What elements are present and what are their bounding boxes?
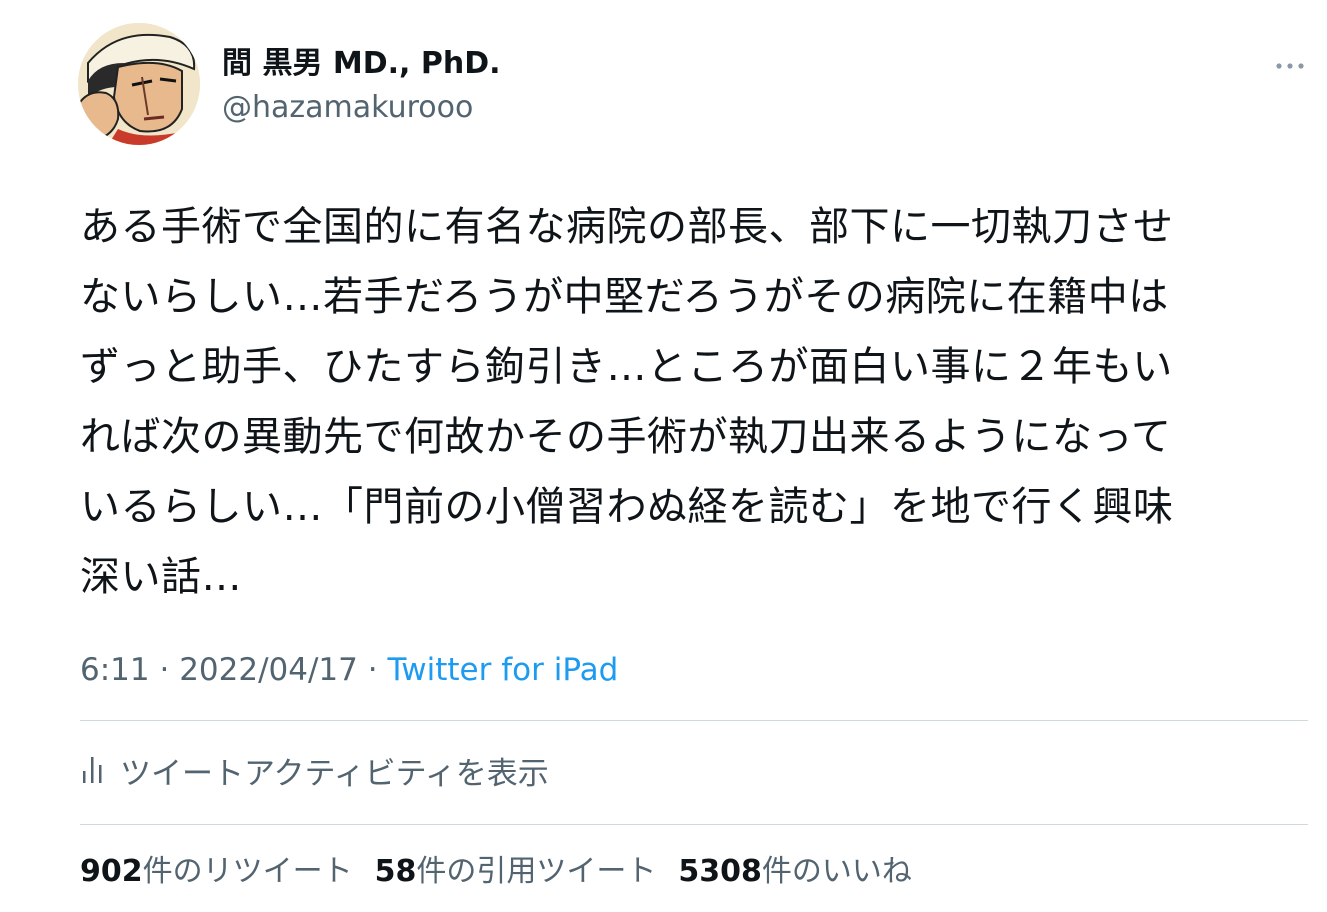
tweet-detail: 間 黒男 MD., PhD. @hazamakurooo ある手術で全国的に有名… [0,0,1327,912]
author-handle[interactable]: @hazamakurooo [222,88,473,128]
author-display-name[interactable]: 間 黒男 MD., PhD. [222,44,501,84]
retweets-label: 件のリツイート [142,854,353,889]
engagement-stats: 902件のリツイート 58件の引用ツイート 5308件のいいね [80,850,934,894]
likes-stat[interactable]: 5308件のいいね [678,850,912,894]
tweet-text-line: いるらしい…「門前の小僧習わぬ経を読む」を地で行く興味 [80,484,1174,530]
tweet-text-line: ないらしい…若手だろうが中堅だろうがその病院に在籍中は [80,274,1169,320]
quotes-label: 件の引用ツイート [416,854,657,889]
bar-chart-icon [83,757,102,783]
likes-count: 5308 [678,854,762,889]
meta-separator: · [367,652,378,688]
retweets-stat[interactable]: 902件のリツイート [80,850,353,894]
tweet-text-line: ずっと助手、ひたすら鉤引き…ところが面白い事に２年もい [80,344,1173,390]
tweet-text-line: ある手術で全国的に有名な病院の部長、部下に一切執刀させ [80,204,1174,250]
tweet-text: ある手術で全国的に有名な病院の部長、部下に一切執刀させ ないらしい…若手だろうが… [80,192,1295,612]
tweet-time[interactable]: 6:11 [80,652,150,688]
quotes-stat[interactable]: 58件の引用ツイート [375,850,657,894]
likes-label: 件のいいね [761,854,912,889]
more-icon [1276,63,1304,69]
tweet-source-link[interactable]: Twitter for iPad [387,652,618,688]
tweet-activity-label: ツイートアクティビティを表示 [120,755,549,792]
divider [80,720,1308,721]
retweets-count: 902 [80,854,143,889]
tweet-metadata: 6:11 · 2022/04/17 · Twitter for iPad [80,648,618,692]
tweet-text-line: れば次の異動先で何故かその手術が執刀出来るようになって [80,414,1172,460]
divider [80,824,1308,825]
more-options-button[interactable] [1270,46,1310,86]
tweet-text-line: 深い話… [80,554,242,600]
avatar-illustration [78,23,200,145]
quotes-count: 58 [374,854,417,889]
tweet-date[interactable]: 2022/04/17 [179,652,358,688]
meta-separator: · [159,652,170,688]
avatar[interactable] [78,23,200,145]
tweet-activity-link[interactable]: ツイートアクティビティを表示 [80,748,549,792]
